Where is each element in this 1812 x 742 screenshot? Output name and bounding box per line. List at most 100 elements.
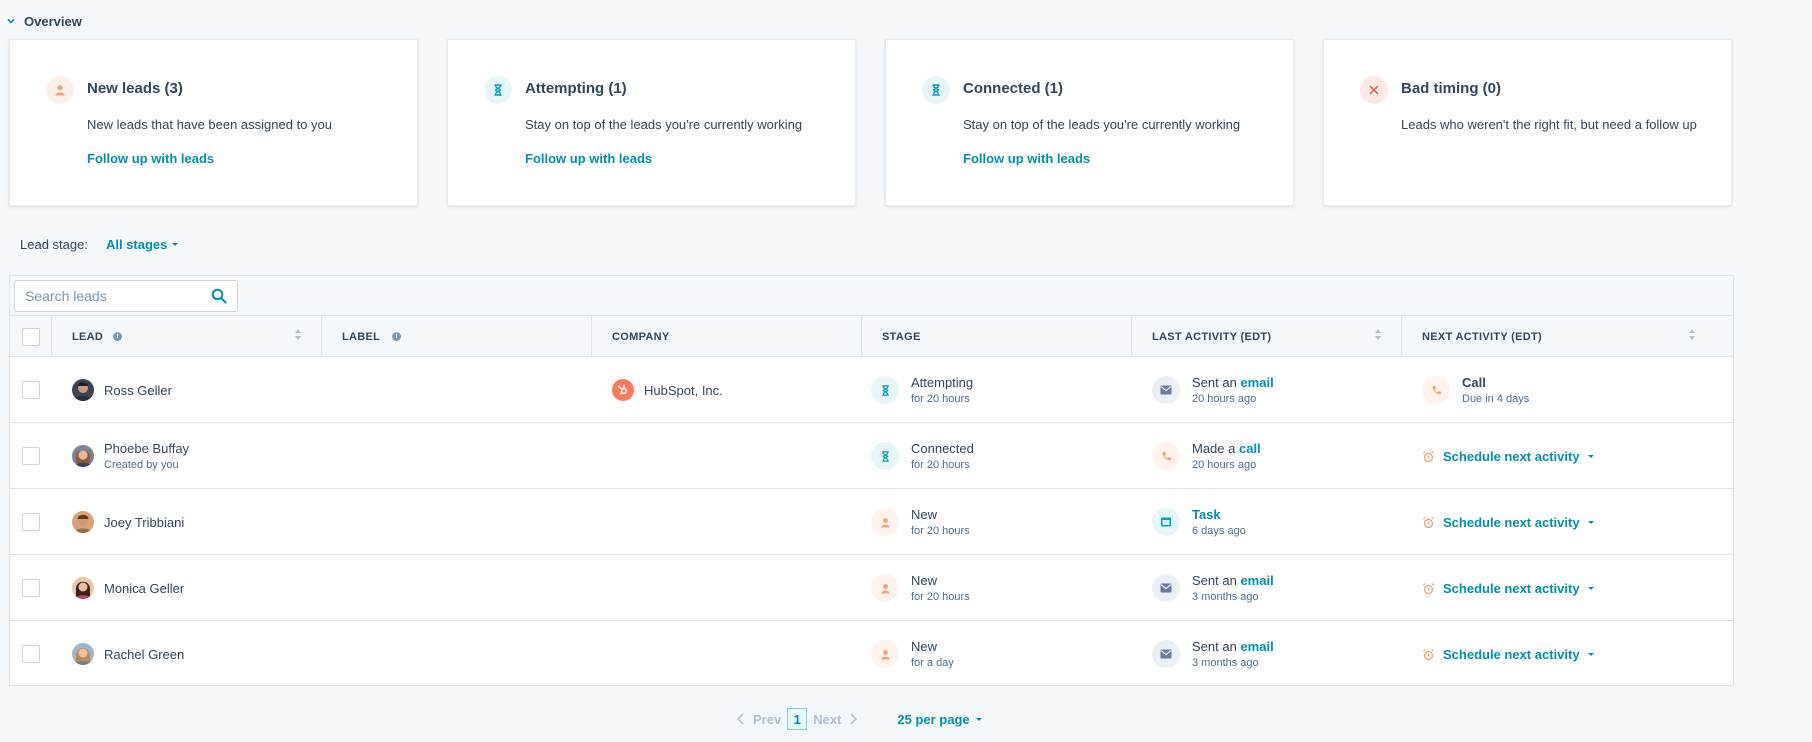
card-connected: Connected (1) Stay on top of the leads y… — [885, 39, 1294, 206]
company-cell — [592, 489, 862, 555]
table-toolbar — [10, 276, 1733, 316]
row-checkbox-cell — [10, 357, 52, 423]
last-activity-cell: Task 6 days ago — [1132, 489, 1402, 555]
search-box[interactable] — [14, 280, 238, 312]
header-select-all — [10, 316, 52, 357]
email-icon — [1152, 574, 1180, 602]
company-cell — [592, 423, 862, 489]
last-activity-link[interactable]: email — [1240, 375, 1273, 390]
header-next-activity-label: NEXT ACTIVITY (EDT) — [1422, 330, 1542, 343]
lead-name[interactable]: Monica Geller — [104, 581, 184, 596]
card-new-leads: New leads (3) New leads that have been a… — [9, 39, 418, 206]
select-all-checkbox[interactable] — [22, 327, 40, 346]
email-icon — [1152, 640, 1180, 668]
row-checkbox[interactable] — [22, 447, 40, 465]
sort-icon[interactable] — [1689, 329, 1695, 340]
row-checkbox-cell — [10, 555, 52, 621]
follow-up-link[interactable]: Follow up with leads — [525, 151, 652, 166]
table-row: Monica Geller New for 20 hours Sent an em… — [10, 555, 1733, 621]
next-activity-cell: Call Due in 4 days — [1402, 357, 1715, 423]
row-checkbox[interactable] — [22, 579, 40, 597]
chevron-down-icon — [7, 18, 15, 24]
avatar — [72, 379, 94, 401]
card-description: Leads who weren't the right fit, but nee… — [1401, 117, 1697, 132]
prev-page-button[interactable]: Prev — [753, 712, 781, 727]
header-next-activity[interactable]: NEXT ACTIVITY (EDT) — [1402, 316, 1715, 357]
label-cell — [322, 621, 592, 687]
last-activity-link[interactable]: Task — [1192, 507, 1221, 522]
schedule-next-activity-label: Schedule next activity — [1443, 646, 1580, 662]
person-icon — [871, 508, 899, 536]
lead-name[interactable]: Joey Tribbiani — [104, 515, 184, 530]
last-activity-time: 20 hours ago — [1192, 459, 1257, 471]
company-cell[interactable]: HubSpot, Inc. — [592, 357, 862, 423]
last-activity-cell: Made a call 20 hours ago — [1132, 423, 1402, 489]
card-description: New leads that have been assigned to you — [87, 117, 333, 132]
label-cell — [322, 423, 592, 489]
table-row: Rachel Green New for a day Sent an email 3… — [10, 621, 1733, 687]
info-icon[interactable]: i — [113, 332, 123, 341]
alarm-clock-icon — [1422, 516, 1435, 528]
stage-duration: for a day — [911, 657, 954, 669]
last-activity-prefix: Sent an — [1192, 375, 1241, 390]
stage-cell: New for 20 hours — [862, 489, 1132, 555]
next-page-button[interactable]: Next — [813, 712, 841, 727]
schedule-next-activity-button[interactable]: Schedule next activity — [1422, 515, 1594, 530]
header-lead[interactable]: LEAD i — [52, 316, 322, 357]
header-stage[interactable]: STAGE — [862, 316, 1132, 357]
stage-name: New — [911, 507, 938, 522]
search-input[interactable] — [25, 288, 211, 304]
row-checkbox[interactable] — [22, 381, 40, 399]
chevron-right-icon[interactable] — [847, 712, 859, 726]
lead-cell[interactable]: Joey Tribbiani — [52, 489, 322, 555]
lead-stage-dropdown[interactable]: All stages — [105, 237, 179, 252]
header-company[interactable]: COMPANY — [592, 316, 862, 357]
overview-toggle[interactable]: Overview — [6, 12, 82, 30]
person-icon — [46, 76, 74, 104]
sort-icon[interactable] — [1375, 329, 1381, 340]
last-activity-time: 3 months ago — [1192, 591, 1259, 603]
schedule-next-activity-button[interactable]: Schedule next activity — [1422, 449, 1594, 464]
last-activity-link[interactable]: call — [1239, 441, 1261, 456]
card-title: Bad timing (0) — [1401, 80, 1501, 97]
lead-stage-value: All stages — [105, 237, 168, 252]
lead-name[interactable]: Phoebe Buffay — [104, 441, 189, 456]
search-icon[interactable] — [211, 288, 227, 304]
lead-cell[interactable]: Ross Geller — [52, 357, 322, 423]
row-checkbox[interactable] — [22, 513, 40, 531]
lead-name[interactable]: Rachel Green — [104, 647, 184, 662]
header-last-activity[interactable]: LAST ACTIVITY (EDT) — [1132, 316, 1402, 357]
header-stage-label: STAGE — [882, 330, 921, 343]
lead-cell[interactable]: Rachel Green — [52, 621, 322, 687]
header-label[interactable]: LABEL i — [322, 316, 592, 357]
page-number-button[interactable]: 1 — [787, 708, 808, 730]
schedule-next-activity-button[interactable]: Schedule next activity — [1422, 647, 1594, 662]
stage-cell: New for a day — [862, 621, 1132, 687]
card-description: Stay on top of the leads you're currentl… — [963, 117, 1241, 132]
caret-down-icon — [1587, 454, 1594, 458]
lead-cell[interactable]: Monica Geller — [52, 555, 322, 621]
header-company-label: COMPANY — [612, 330, 670, 343]
last-activity-prefix: Made a — [1192, 441, 1239, 456]
row-checkbox-cell — [10, 489, 52, 555]
stage-duration: for 20 hours — [911, 591, 970, 603]
info-icon[interactable]: i — [392, 332, 402, 341]
per-page-dropdown[interactable]: 25 per page — [897, 712, 982, 727]
last-activity-time: 3 months ago — [1192, 657, 1259, 669]
label-cell — [322, 357, 592, 423]
last-activity-time: 20 hours ago — [1192, 393, 1257, 405]
stage-name: New — [911, 573, 938, 588]
next-activity-link[interactable]: Call — [1462, 375, 1529, 390]
row-checkbox[interactable] — [22, 645, 40, 663]
schedule-next-activity-button[interactable]: Schedule next activity — [1422, 581, 1594, 596]
lead-cell[interactable]: Phoebe Buffay Created by you — [52, 423, 322, 489]
lead-name[interactable]: Ross Geller — [104, 383, 172, 398]
last-activity-link[interactable]: email — [1240, 639, 1273, 654]
chevron-left-icon[interactable] — [735, 712, 747, 726]
sort-icon[interactable] — [295, 329, 301, 340]
header-lead-label: LEAD — [72, 330, 104, 343]
last-activity-link[interactable]: email — [1240, 573, 1273, 588]
follow-up-link[interactable]: Follow up with leads — [963, 151, 1090, 166]
follow-up-link[interactable]: Follow up with leads — [87, 151, 214, 166]
avatar — [72, 577, 94, 599]
